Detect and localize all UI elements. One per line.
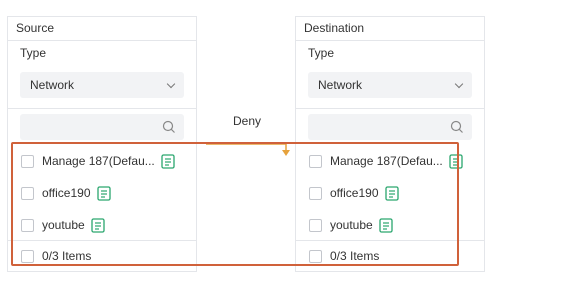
- chevron-down-icon: [454, 79, 464, 89]
- divider: [296, 108, 484, 109]
- source-type-label: Type: [20, 46, 47, 60]
- destination-search-input[interactable]: [308, 114, 472, 140]
- divider: [8, 108, 196, 109]
- highlight-box: [11, 142, 459, 266]
- source-type-select[interactable]: Network: [20, 72, 184, 98]
- search-icon[interactable]: [162, 120, 176, 134]
- destination-type-label: Type: [308, 46, 335, 60]
- source-title: Source: [8, 17, 196, 41]
- source-search-input[interactable]: [20, 114, 184, 140]
- destination-title: Destination: [296, 17, 484, 41]
- chevron-down-icon: [166, 79, 176, 89]
- destination-type-value: Network: [318, 78, 363, 92]
- destination-type-select[interactable]: Network: [308, 72, 472, 98]
- source-type-value: Network: [30, 78, 75, 92]
- search-icon[interactable]: [450, 120, 464, 134]
- action-label: Deny: [233, 114, 262, 128]
